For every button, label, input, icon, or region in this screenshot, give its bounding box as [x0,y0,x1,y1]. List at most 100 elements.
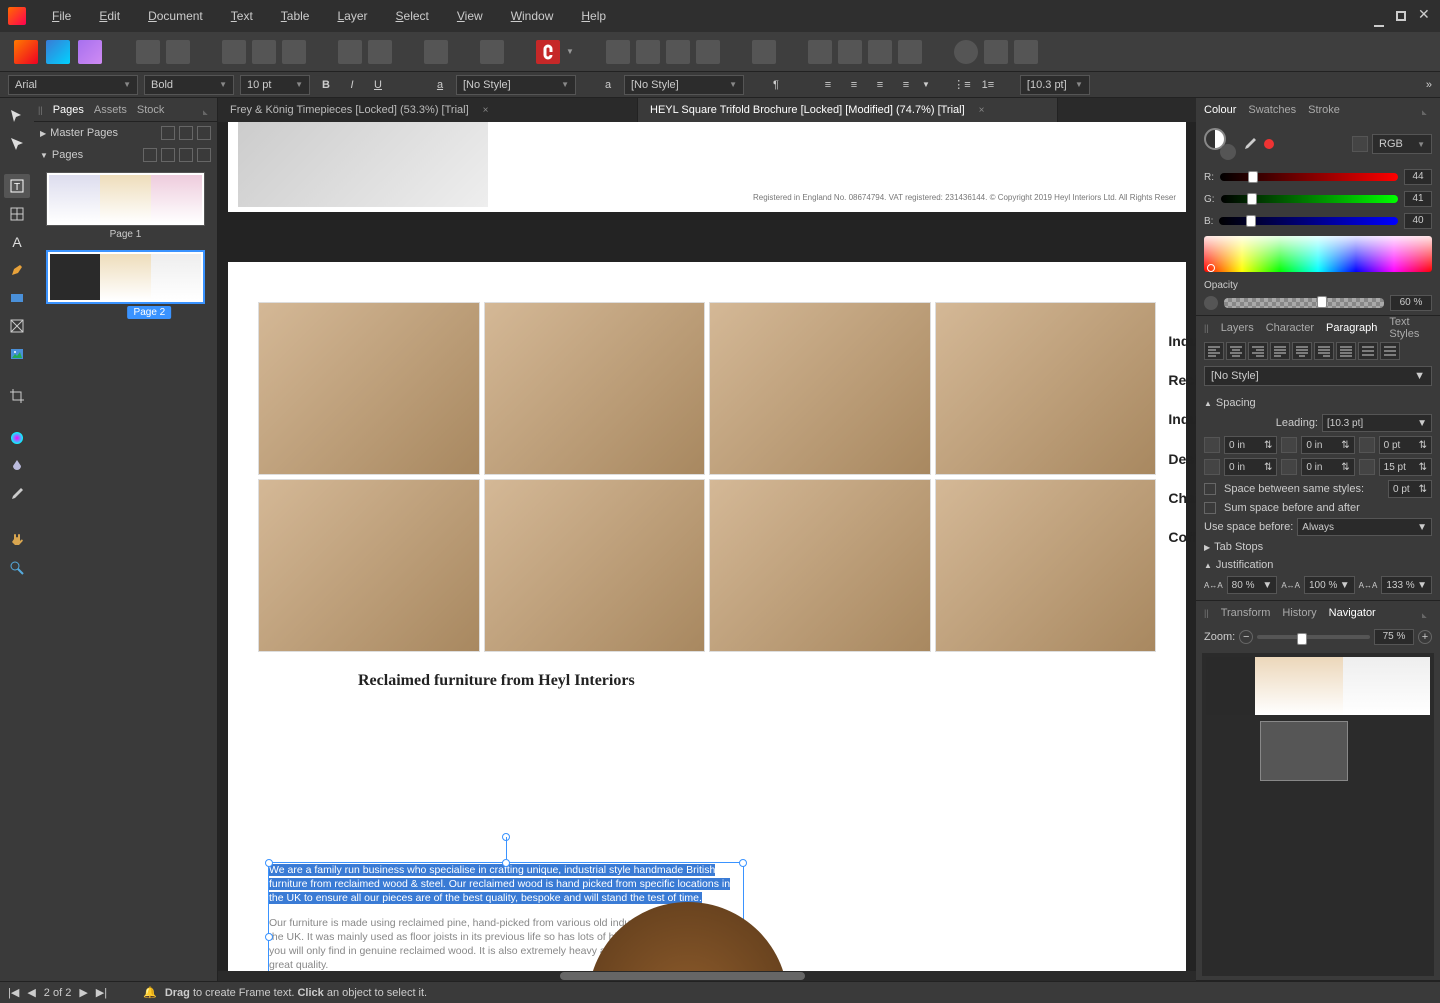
toolbar-baseline-icon[interactable] [222,40,246,64]
opacity-value[interactable]: 60 % [1390,295,1432,311]
doc-tab-1[interactable]: Frey & König Timepieces [Locked] (53.3%)… [218,98,638,122]
numbers-button[interactable]: 1≡ [978,75,998,95]
toolbar-flip-h-icon[interactable] [808,40,832,64]
colour-menu-icon[interactable] [1422,105,1432,115]
para-panel-icon[interactable]: a [598,75,618,95]
tab-transform[interactable]: Transform [1221,607,1271,619]
selected-text[interactable]: We are a family run business who special… [269,864,730,904]
toolbar-rotate-ccw-icon[interactable] [868,40,892,64]
tab-layers[interactable]: Layers [1221,322,1254,334]
tab-textstyles[interactable]: Text Styles [1389,316,1432,340]
same-styles-check[interactable] [1204,483,1216,495]
next-page-button[interactable]: ▶ [79,986,87,999]
toolbar-shape1-icon[interactable] [954,40,978,64]
p-justify-left[interactable] [1270,342,1290,360]
pages-btn3[interactable] [179,148,193,162]
toolbar-forward-one-icon[interactable] [666,40,690,64]
p-justify-right[interactable] [1314,342,1334,360]
char-style-combo[interactable]: [No Style]▼ [456,75,576,95]
tab-history[interactable]: History [1282,607,1316,619]
pages-btn2[interactable] [161,148,175,162]
doc-tab-2[interactable]: HEYL Square Trifold Brochure [Locked] [M… [638,98,1058,122]
toolbar-flip-v-icon[interactable] [838,40,862,64]
menu-view[interactable]: View [443,3,497,29]
move-tool[interactable] [4,104,30,128]
toolbar-icon-2[interactable] [166,40,190,64]
page-thumb-2[interactable] [46,250,205,304]
menu-document[interactable]: Document [134,3,217,29]
align-justify-button[interactable]: ≡ [896,75,916,95]
place-image-tool[interactable] [4,342,30,366]
close-button[interactable]: ✕ [1418,9,1432,23]
toolbar-icon-1[interactable] [136,40,160,64]
toolbar-preview-icon[interactable] [424,40,448,64]
b-value[interactable]: 40 [1404,213,1432,229]
tab-swatches[interactable]: Swatches [1248,104,1296,116]
g-value[interactable]: 41 [1404,191,1432,207]
toolbar-textwrap-icon[interactable] [368,40,392,64]
picture-frame-tool[interactable] [4,314,30,338]
transparency-tool[interactable] [4,454,30,478]
pages-btn1[interactable] [143,148,157,162]
char-panel-icon[interactable]: a [430,75,450,95]
underline-button[interactable]: U [368,75,388,95]
menu-help[interactable]: Help [567,3,620,29]
zoom-in-button[interactable]: + [1418,630,1432,644]
menu-layer[interactable]: Layer [323,3,381,29]
hand-tool[interactable] [4,528,30,552]
toolbar-move-front-icon[interactable] [696,40,720,64]
navigator-view[interactable] [1202,653,1434,976]
spacing-header[interactable]: Spacing [1216,397,1256,409]
font-family-combo[interactable]: Arial▼ [8,75,138,95]
close-icon[interactable]: × [979,105,985,116]
node-tool[interactable] [4,132,30,156]
minimize-button[interactable] [1374,13,1384,27]
tabstops-header[interactable]: Tab Stops [1214,541,1263,553]
p-align-away[interactable] [1380,342,1400,360]
color-picker-tool[interactable] [4,482,30,506]
menu-text[interactable]: Text [217,3,267,29]
pen-tool[interactable] [4,258,30,282]
tab-stock[interactable]: Stock [137,104,165,116]
nav-menu-icon[interactable] [1422,608,1432,618]
font-weight-combo[interactable]: Bold▼ [144,75,234,95]
space-before-input[interactable]: 0 pt⇅ [1379,436,1432,454]
master-btn1[interactable] [161,126,175,140]
table-tool[interactable] [4,202,30,226]
just-max-input[interactable]: 133 %▼ [1381,576,1432,594]
frame-text-tool[interactable]: T [4,174,30,198]
last-page-button[interactable]: ▶| [96,986,107,999]
canvas[interactable]: Registered in England No. 08674794. VAT … [218,122,1196,973]
toolbar-back-one-icon[interactable] [636,40,660,64]
menu-window[interactable]: Window [497,3,568,29]
menu-file[interactable]: File [38,3,85,29]
tab-colour[interactable]: Colour [1204,104,1236,116]
rectangle-tool[interactable] [4,286,30,310]
persona-publisher[interactable] [14,40,38,64]
left-indent-input[interactable]: 0 in⇅ [1224,436,1277,454]
tab-assets[interactable]: Assets [94,104,127,116]
toolbar-shape2-icon[interactable] [984,40,1008,64]
toolbar-move-back-icon[interactable] [606,40,630,64]
tab-character[interactable]: Character [1266,322,1314,334]
toolbar-align-icon[interactable] [752,40,776,64]
toolbar-grid-icon[interactable] [252,40,276,64]
p-justify-all[interactable] [1336,342,1356,360]
close-icon[interactable]: × [483,105,489,116]
align-right-button[interactable]: ≡ [870,75,890,95]
align-center-button[interactable]: ≡ [844,75,864,95]
eyedropper-icon[interactable] [1242,136,1258,152]
menu-table[interactable]: Table [267,3,324,29]
artistic-text-tool[interactable]: A [4,230,30,254]
toolbar-pin-icon[interactable] [338,40,362,64]
master-pages-section[interactable]: Master Pages [50,127,118,139]
toolbar-guides-icon[interactable] [282,40,306,64]
tab-stroke[interactable]: Stroke [1308,104,1340,116]
r-value[interactable]: 44 [1404,169,1432,185]
toolbar-clip-icon[interactable] [480,40,504,64]
tab-paragraph[interactable]: Paragraph [1326,322,1377,334]
colour-mode-combo[interactable]: RGB▼ [1372,134,1432,154]
p-align-right[interactable] [1248,342,1268,360]
last-indent-input[interactable]: 0 in⇅ [1301,458,1354,476]
zoom-tool[interactable] [4,556,30,580]
